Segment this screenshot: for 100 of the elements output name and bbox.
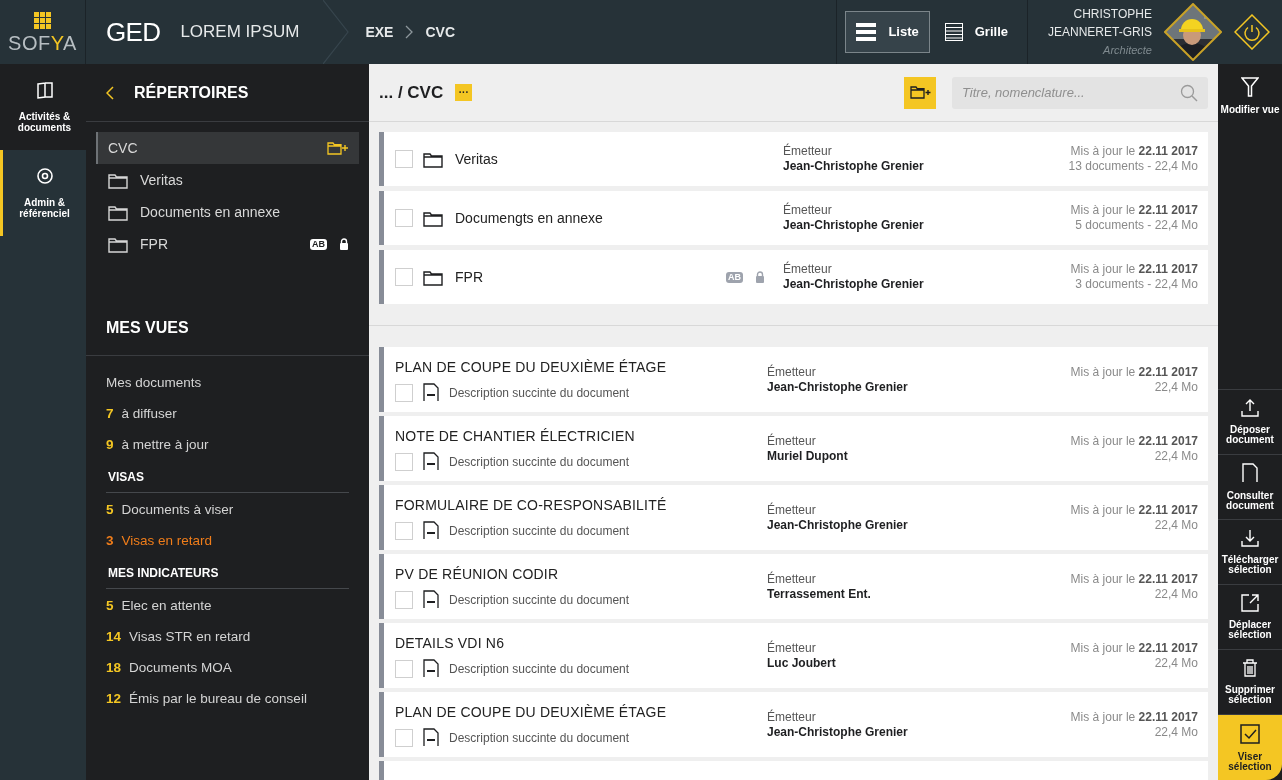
view-toggle-button[interactable]: Liste [845, 11, 930, 53]
folder-item[interactable]: Documents en annexe [96, 196, 359, 228]
file-info: 22,4 Mo [1154, 586, 1198, 602]
folder-icon [108, 171, 128, 189]
action-button[interactable]: Consulter document [1218, 455, 1282, 520]
view-link[interactable]: 3 Visas en retard [106, 526, 349, 557]
file-icon [423, 590, 439, 609]
file-info: 22,4 Mo [1154, 379, 1198, 395]
file-info: 5 documents - 22,4 Mo [1075, 218, 1198, 233]
sender-label: Émetteur [767, 364, 817, 380]
view-link[interactable]: Mes documents [106, 368, 349, 399]
add-folder-icon[interactable] [327, 141, 349, 155]
folder-row[interactable]: FPR AB Émetteur Jean-Christophe Grenier Mis à jour le 22.11 2017 3 documents - 22,4 Mo [379, 250, 1208, 304]
sender-label: Émetteur [783, 262, 833, 277]
list-icon [856, 23, 877, 41]
document-description: Description succinte du document [449, 384, 630, 402]
update-date: Mis à jour le 22.11 2017 [1070, 262, 1198, 277]
breadcrumb-link[interactable]: EXE [365, 21, 394, 43]
document-row[interactable]: NOTE DE CHANTIER ÉLECTRICIEN Description succinte du document Émetteur Muriel Dupont Mis à jour le 22.11 2017 22,4 Mo [379, 416, 1208, 481]
checkbox[interactable] [395, 521, 413, 540]
folder-icon [423, 268, 443, 286]
folder-icon [423, 150, 443, 168]
checkbox[interactable] [395, 728, 413, 747]
file-icon [423, 728, 439, 747]
sender-label: Émetteur [767, 640, 817, 656]
view-link[interactable]: 14 Visas STR en retard [106, 622, 349, 653]
checkbox[interactable] [395, 452, 413, 471]
action-button[interactable]: Déplacer sélection [1218, 585, 1282, 650]
checkbox[interactable] [395, 659, 413, 678]
folder-row[interactable]: Documengts en annexe Émetteur Jean-Christophe Grenier Mis à jour le 22.11 2017 5 documents - 22,4 Mo [379, 191, 1208, 245]
chevron-right-icon [405, 25, 414, 39]
section-title: RÉPERTOIRES [134, 82, 249, 103]
more-button[interactable]: ··· [455, 84, 473, 101]
file-info: 22,4 Mo [1154, 655, 1198, 671]
update-date: Mis à jour le 22.11 2017 [1070, 502, 1198, 518]
external-link-icon [1241, 594, 1259, 612]
document-row[interactable]: PLAN DE COUPE DU DEUXIÈME ÉTAGE Description succinte du document Émetteur Jean-Christophe Grenier Mis à jour le 22.11 2017 22,4 Mo [379, 347, 1208, 412]
sender-name: Muriel Dupont [767, 448, 849, 464]
add-folder-button[interactable] [904, 76, 936, 109]
action-button[interactable]: Déposer document [1218, 390, 1282, 455]
folder-name: Documents en annexe [140, 202, 282, 222]
breadcrumb-link[interactable]: CVC [425, 21, 455, 43]
file-info: 22,4 Mo [1154, 448, 1198, 464]
view-link[interactable]: 5 Elec en attente [106, 591, 349, 622]
folder-name: FPR [140, 234, 169, 254]
sender-label: Émetteur [767, 709, 817, 725]
file-info: 3 documents - 22,4 Mo [1075, 277, 1198, 292]
document-row[interactable]: PV DE RÉUNION CODIR Description succinte du document Émetteur Terrassement Ent. Mis à jour le 22.11 2017 22,4 Mo [379, 554, 1208, 619]
checkbox[interactable] [395, 383, 413, 402]
checkbox[interactable] [395, 268, 413, 286]
lines-icon [944, 23, 963, 41]
filter-icon [1241, 77, 1259, 97]
document-title: FORMULAIRE DE CO-RESPONSABILITÉ [395, 496, 668, 515]
section-title: MES VUES [106, 317, 189, 338]
action-button[interactable]: Viser sélection [1218, 715, 1282, 780]
folder-row[interactable]: Veritas Émetteur Jean-Christophe Grenier Mis à jour le 22.11 2017 13 documents - 22,4 Mo [379, 132, 1208, 186]
user-role: Architecte [1103, 43, 1152, 58]
file-info: 22,4 Mo [1154, 517, 1198, 533]
action-button[interactable]: Télécharger sélection [1218, 520, 1282, 585]
modify-view-button[interactable]: Modifier vue [1218, 64, 1282, 128]
power-button[interactable] [1234, 14, 1270, 50]
document-title: PLAN DE COUPE DU DEUXIÈME ÉTAGE [395, 358, 668, 377]
sender-name: Jean-Christophe Grenier [783, 159, 925, 174]
update-date: Mis à jour le 22.11 2017 [1070, 203, 1198, 218]
grid-logo-icon [34, 11, 51, 29]
back-chevron-icon[interactable] [106, 85, 114, 100]
view-toggle-button[interactable]: Grille [933, 11, 1019, 53]
folder-item[interactable]: FPR AB [96, 228, 359, 260]
view-link[interactable]: 12 Émis par le bureau de conseil [106, 684, 349, 715]
folder-name: Veritas [140, 170, 184, 190]
checkbox[interactable] [395, 150, 413, 168]
search-field[interactable]: Titre, nomenclature... [952, 76, 1208, 109]
sender-label: Émetteur [783, 144, 833, 159]
document-title: PLAN DE COUPE DU DEUXIÈME ÉTAGE [395, 703, 668, 722]
document-row[interactable]: DETAILS VDI N6 Description succinte du document Émetteur Luc Joubert Mis à jour le 22.11 2017 22,4 Mo [379, 623, 1208, 688]
logo-text: SOFYA [8, 32, 77, 53]
document-row[interactable]: FORMULAIRE DE CO-RESPONSABILITÉ Description succinte du document Émetteur Jean-Christophe Grenier Mis à jour le 22.11 2017 22,4 Mo [379, 485, 1208, 550]
folder-item[interactable]: CVC [96, 132, 359, 164]
update-date: Mis à jour le 22.11 2017 [1070, 144, 1198, 159]
view-link[interactable]: 9 à mettre à jour [106, 430, 349, 461]
badge: AB [726, 271, 743, 283]
search-icon [1180, 83, 1198, 102]
sender-label: Émetteur [767, 502, 817, 518]
file-icon [423, 383, 439, 402]
settings-icon [35, 167, 54, 185]
document-description: Description succinte du document [449, 660, 630, 678]
sender-name: Jean-Christophe Grenier [767, 379, 909, 395]
checkbox[interactable] [395, 209, 413, 227]
view-link[interactable]: 5 Documents à viser [106, 495, 349, 526]
view-link[interactable]: 7 à diffuser [106, 399, 349, 430]
sender-name: Jean-Christophe Grenier [783, 218, 925, 233]
group-heading: MES INDICATEURS [107, 564, 220, 582]
checkbox[interactable] [395, 590, 413, 609]
group-heading: VISAS [107, 468, 145, 486]
folder-item[interactable]: Veritas [96, 164, 359, 196]
nav-item[interactable]: Activités & documents [0, 64, 86, 150]
document-title: NOTE DE CHANTIER ÉLECTRICIEN [395, 427, 636, 446]
document-row[interactable]: PLAN DE COUPE DU DEUXIÈME ÉTAGE Description succinte du document Émetteur Jean-Christophe Grenier Mis à jour le 22.11 2017 22,4 Mo [379, 692, 1208, 757]
view-link[interactable]: 18 Documents MOA [106, 653, 349, 684]
user-name: JEANNERET-GRIS [1048, 24, 1152, 41]
